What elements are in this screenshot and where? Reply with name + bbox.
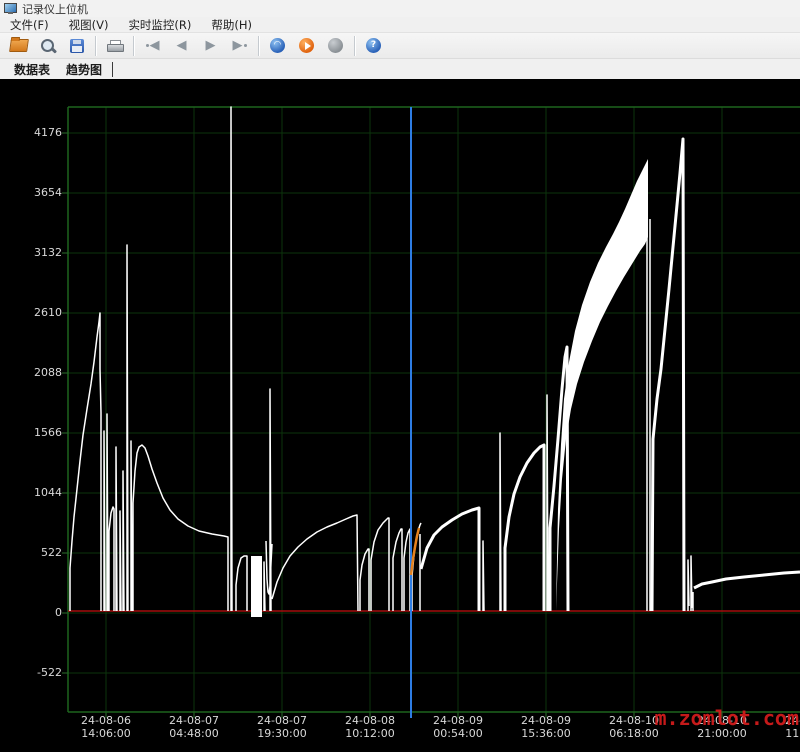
- series-highlight-segment: [411, 528, 419, 575]
- y-axis-label: 3132: [16, 246, 62, 259]
- x-axis-label: 24-08-06 14:06:00: [63, 715, 149, 740]
- last-record-icon: ▶: [233, 39, 247, 52]
- window-title: 记录仪上位机: [22, 1, 88, 17]
- title-bar: 记录仪上位机: [0, 0, 800, 17]
- play-icon: [299, 38, 314, 53]
- tab-trend-chart[interactable]: 趋势图: [58, 59, 110, 79]
- connect-icon: ◠: [270, 38, 285, 53]
- x-axis-label: 24-08-08 10:12:00: [327, 715, 413, 740]
- menu-view[interactable]: 视图(V): [59, 17, 119, 32]
- y-axis-label: 0: [16, 606, 62, 619]
- next-record-icon: ▶: [206, 39, 216, 52]
- series-dense-fill: [251, 159, 648, 617]
- toolbar: ◀ ◀ ▶ ▶ ◠ ?: [0, 33, 800, 59]
- save-floppy-icon: [70, 39, 84, 53]
- stop-icon: [328, 38, 343, 53]
- previous-record-button[interactable]: ◀: [168, 35, 195, 57]
- first-record-button[interactable]: ◀: [139, 35, 166, 57]
- search-icon: [41, 39, 54, 52]
- y-axis-label: 4176: [16, 126, 62, 139]
- y-axis-label: 522: [16, 546, 62, 559]
- menu-realtime-monitor[interactable]: 实时监控(R): [118, 17, 201, 32]
- x-axis-label: 24-08-07 04:48:00: [151, 715, 237, 740]
- start-button[interactable]: [293, 35, 320, 57]
- x-axis-label: 24-08-09 00:54:00: [415, 715, 501, 740]
- x-axis-label: 24-08-07 19:30:00: [239, 715, 325, 740]
- y-axis-label: 2088: [16, 366, 62, 379]
- first-record-icon: ◀: [146, 39, 160, 52]
- stop-button[interactable]: [322, 35, 349, 57]
- next-record-button[interactable]: ▶: [197, 35, 224, 57]
- tab-data-table[interactable]: 数据表: [6, 59, 58, 79]
- y-axis-label: 2610: [16, 306, 62, 319]
- app-monitor-icon: [4, 3, 17, 14]
- menu-bar: 文件(F) 视图(V) 实时监控(R) 帮助(H): [0, 17, 800, 33]
- trend-chart-canvas[interactable]: m.zomlot.com 4176 3654 3132 2610 2088 1566 104…: [0, 79, 800, 752]
- tab-bar: 数据表 趋势图: [0, 59, 800, 79]
- y-axis-label: -522: [16, 666, 62, 679]
- help-button[interactable]: ?: [360, 35, 387, 57]
- y-axis-label: 1044: [16, 486, 62, 499]
- series-main-line: [70, 107, 693, 611]
- y-axis-label: 3654: [16, 186, 62, 199]
- toolbar-separator: [95, 36, 96, 56]
- connect-button[interactable]: ◠: [264, 35, 291, 57]
- toolbar-separator: [258, 36, 259, 56]
- save-button[interactable]: [63, 35, 90, 57]
- x-axis-label: 24-08-09 15:36:00: [503, 715, 589, 740]
- last-record-button[interactable]: ▶: [226, 35, 253, 57]
- printer-icon: [107, 40, 122, 52]
- open-file-button[interactable]: [5, 35, 32, 57]
- toolbar-separator: [354, 36, 355, 56]
- menu-help[interactable]: 帮助(H): [201, 17, 262, 32]
- print-button[interactable]: [101, 35, 128, 57]
- tab-divider: [112, 62, 113, 77]
- y-axis-label: 1566: [16, 426, 62, 439]
- toolbar-separator: [133, 36, 134, 56]
- open-folder-icon: [9, 39, 29, 52]
- watermark: m.zomlot.com: [655, 706, 800, 730]
- previous-record-icon: ◀: [177, 39, 187, 52]
- search-button[interactable]: [34, 35, 61, 57]
- menu-file[interactable]: 文件(F): [0, 17, 59, 32]
- series-noisy-band: [421, 139, 800, 611]
- help-icon: ?: [366, 38, 381, 53]
- plot-svg: [0, 79, 800, 752]
